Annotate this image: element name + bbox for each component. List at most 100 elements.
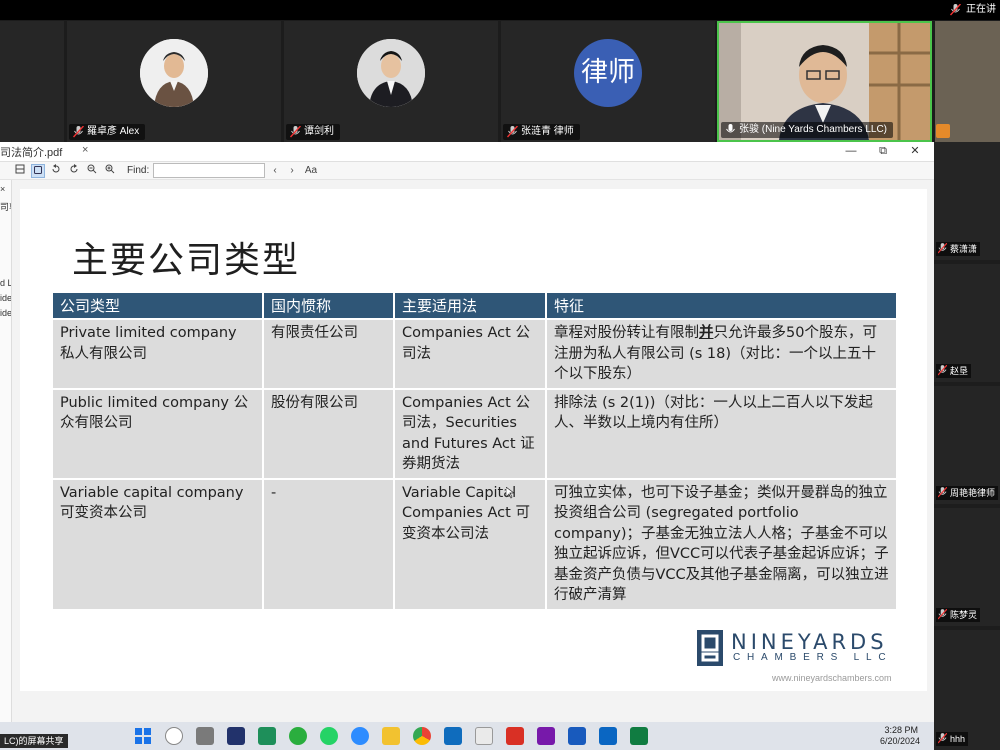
participant-name-tag: 赵垦	[936, 364, 972, 378]
sidebar-fragment: ide	[0, 308, 12, 318]
clock-app-icon[interactable]	[165, 727, 183, 745]
participant-tile[interactable]: 赵垦	[934, 264, 1000, 382]
onenote-icon[interactable]	[537, 727, 555, 745]
zoom-out-icon[interactable]	[85, 164, 99, 178]
participant-name-tag: 陈梦灵	[936, 608, 981, 622]
whatsapp-icon[interactable]	[320, 727, 338, 745]
wechat-icon[interactable]	[289, 727, 307, 745]
participant-name: 张涟青 律师	[521, 126, 574, 137]
mic-off-icon	[938, 733, 947, 744]
applicable-law-cell: Companies Act 公司法，Securities and Futures…	[394, 387, 547, 479]
applicable-law-cell: Variable Capital Companies Act 可变资本公司法	[394, 477, 547, 609]
fit-page-icon[interactable]	[31, 164, 45, 178]
find-input[interactable]	[153, 163, 265, 178]
find-previous-icon[interactable]: ‹	[268, 164, 282, 178]
avatar	[357, 39, 425, 107]
speaking-indicator: 正在讲	[946, 0, 1000, 20]
start-icon[interactable]	[134, 727, 152, 745]
rotate-left-icon[interactable]	[49, 164, 63, 178]
website-url: www.nineyardschambers.com	[772, 673, 892, 683]
participant-tile[interactable]: 周艳艳律师	[934, 386, 1000, 504]
avatar-text: 律师	[574, 39, 642, 107]
excel-icon[interactable]	[630, 727, 648, 745]
video-tile-active-speaker[interactable]: 张骏 (Nine Yards Chambers LLC)	[717, 21, 932, 142]
avatar	[140, 39, 208, 107]
sidebar-close-icon[interactable]: ×	[0, 184, 5, 194]
video-tile-alex[interactable]: 羅卓彥 Alex	[67, 21, 281, 142]
word-icon[interactable]	[568, 727, 586, 745]
participant-name: 羅卓彥 Alex	[87, 126, 140, 137]
features-cell: 可独立实体，也可下设子基金；类似开曼群岛的独立投资组合公司 (segregate…	[546, 477, 896, 609]
close-window-button[interactable]: ✕	[907, 144, 923, 158]
video-tile-tan[interactable]: 谭剑利	[284, 21, 498, 142]
domestic-name-cell: 有限责任公司	[263, 318, 395, 389]
pdf-page: 主要公司类型 公司类型 国内惯称 主要适用法 特征 Private limite…	[20, 189, 927, 691]
find-label: Find:	[127, 165, 150, 176]
zoom-in-icon[interactable]	[103, 164, 117, 178]
company-type-cell: Private limited company 私人有限公司	[53, 318, 264, 389]
company-types-table: 公司类型 国内惯称 主要适用法 特征 Private limited compa…	[53, 293, 896, 609]
rotate-right-icon[interactable]	[67, 164, 81, 178]
table-row: Variable capital company 可变资本公司 - Variab…	[53, 477, 896, 609]
feature-emphasis: 并	[699, 325, 714, 341]
participant-name-tag: 张涟青 律师	[503, 124, 580, 140]
notes-app-icon[interactable]	[258, 727, 276, 745]
participant-name: 陈梦灵	[950, 610, 978, 620]
single-page-icon[interactable]	[13, 164, 27, 178]
self-view-icon[interactable]	[936, 124, 950, 138]
mic-off-icon	[73, 126, 84, 138]
video-tile-zhang-lawyer[interactable]: 律师 张涟青 律师	[501, 21, 715, 142]
pdf-toolbar: Find: ‹ › Aa	[0, 162, 934, 180]
mouse-cursor-icon	[506, 487, 514, 499]
match-case-toggle[interactable]: Aa	[302, 164, 320, 178]
video-tile-partial[interactable]	[0, 21, 64, 142]
participant-name-tag: 周艳艳律师	[936, 486, 999, 500]
minimize-button[interactable]: —	[843, 144, 859, 158]
find-next-icon[interactable]: ›	[285, 164, 299, 178]
participant-tile[interactable]: 蔡潇潇	[934, 142, 1000, 260]
nineyards-logo-mark-icon	[697, 630, 723, 666]
column-header: 特征	[546, 293, 896, 319]
close-tab-button[interactable]: ×	[82, 144, 88, 156]
table-row: Private limited company 私人有限公司 有限责任公司 Co…	[53, 318, 896, 389]
windows-taskbar: LC)的屏幕共享 3:28 PM 6/20/2024	[0, 722, 934, 750]
outlook-icon[interactable]	[444, 727, 462, 745]
column-header: 主要适用法	[394, 293, 547, 319]
company-type-cell: Variable capital company 可变资本公司	[53, 477, 264, 609]
title-bar: 司法简介.pdf × — ⧉ ✕	[0, 142, 934, 162]
zoom-icon[interactable]	[351, 727, 369, 745]
screen-share-label: LC)的屏幕共享	[0, 734, 68, 748]
column-header: 公司类型	[53, 293, 264, 319]
file-tab[interactable]: 司法简介.pdf	[0, 144, 62, 160]
active-app-icon[interactable]	[475, 727, 493, 745]
thumbnail-sidebar[interactable]: × 司尃 d L ide ide	[0, 180, 12, 722]
participant-tile[interactable]: 陈梦灵	[934, 508, 1000, 626]
domestic-name-cell: 股份有限公司	[263, 387, 395, 479]
logo-text-line2: CHAMBERS LLC	[733, 652, 893, 663]
chrome-icon[interactable]	[413, 727, 431, 745]
mic-off-icon	[938, 243, 947, 254]
video-strip: 正在讲 羅卓彥 Alex 谭剑利 律师 张涟青 律师 张骏 (Nine Yard…	[0, 0, 1000, 142]
file-explorer-icon[interactable]	[382, 727, 400, 745]
mic-off-icon	[507, 126, 518, 138]
logo-text-line1: NINEYARDS	[731, 630, 888, 654]
participant-name: 谭剑利	[304, 126, 334, 137]
meeting-top-bar	[0, 0, 1000, 20]
maximize-button[interactable]: ⧉	[875, 144, 891, 158]
participant-name: 周艳艳律师	[950, 488, 996, 498]
calculator-icon[interactable]	[196, 727, 214, 745]
system-clock[interactable]: 3:28 PM 6/20/2024	[880, 725, 920, 747]
mic-on-icon	[726, 124, 735, 133]
app-dots-icon[interactable]	[227, 727, 245, 745]
participant-name: 张骏 (Nine Yards Chambers LLC)	[739, 124, 888, 135]
participant-tile[interactable]: hhh	[934, 630, 1000, 750]
mic-off-icon	[938, 365, 947, 376]
pdf-reader-icon[interactable]	[506, 727, 524, 745]
screen-root: 正在讲 羅卓彥 Alex 谭剑利 律师 张涟青 律师 张骏 (Nine Yard…	[0, 0, 1000, 750]
speaking-status-text: 正在讲	[966, 4, 996, 15]
mic-off-icon	[290, 126, 301, 138]
collab-app-icon[interactable]	[599, 727, 617, 745]
participant-name: 蔡潇潇	[950, 244, 978, 254]
person-photo-icon	[140, 39, 208, 107]
participant-name-tag: 羅卓彥 Alex	[69, 124, 146, 140]
